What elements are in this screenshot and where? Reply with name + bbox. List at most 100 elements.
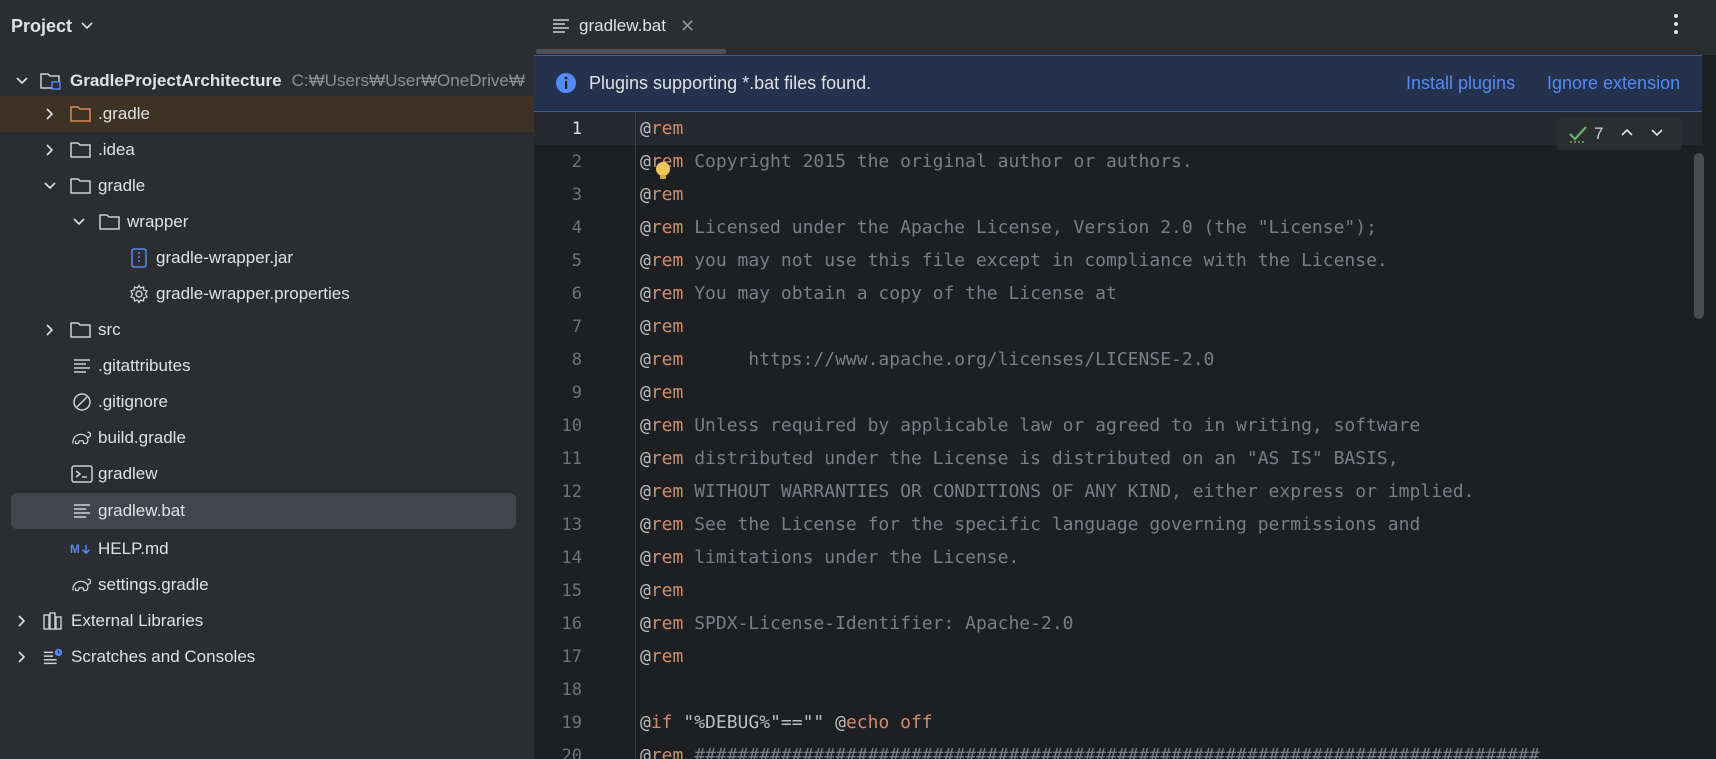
tree-item-idea[interactable]: .idea — [0, 132, 534, 168]
inspection-widget[interactable]: 7 — [1556, 118, 1682, 150]
chevron-right-icon[interactable] — [42, 106, 58, 122]
install-plugins-link[interactable]: Install plugins — [1406, 73, 1515, 94]
checkmark-icon — [1568, 124, 1588, 144]
code-line[interactable]: 6 @rem You may obtain a copy of the Licen… — [534, 277, 1702, 310]
keyword: rem — [650, 283, 684, 304]
tab-gradlew-bat[interactable]: gradlew.bat ✕ — [552, 0, 695, 52]
code-line[interactable]: 10 @rem Unless required by applicable law… — [534, 409, 1702, 442]
project-panel-header[interactable]: Project — [0, 0, 534, 52]
tree-item-label: Scratches and Consoles — [71, 647, 256, 666]
code-line[interactable]: 7 @rem — [534, 310, 1702, 343]
tree-item-gradlew[interactable]: gradlew — [0, 456, 534, 492]
code-line[interactable]: 13 @rem See the License for the specific … — [534, 508, 1702, 541]
at-sign: @ — [640, 580, 651, 601]
tree-item-gradlew-bat[interactable]: gradlew.bat — [11, 493, 516, 529]
tree-item-project-root[interactable]: GradleProjectArchitecture C:₩Users₩User₩O… — [0, 63, 534, 99]
tree-item-gitattributes[interactable]: .gitattributes — [0, 348, 534, 384]
keyword: rem — [650, 349, 684, 370]
keyword: rem — [650, 646, 684, 667]
terminal-icon — [71, 464, 93, 484]
code-line[interactable]: 2 @rem Copyright 2015 the original author… — [534, 145, 1702, 178]
at-sign: @ — [640, 448, 651, 469]
tree-item-gradle-wrapper-jar[interactable]: gradle-wrapper.jar — [0, 240, 534, 276]
at-sign: @ — [640, 250, 651, 271]
code-line[interactable]: 5 @rem you may not use this file except i… — [534, 244, 1702, 277]
code-line[interactable]: 18 — [534, 673, 1702, 706]
chevron-right-icon[interactable] — [14, 649, 30, 665]
comment-text: limitations under the License. — [694, 547, 1020, 568]
chevron-right-icon[interactable] — [14, 613, 30, 629]
code-text: @rem Copyright 2015 the original author … — [640, 151, 1193, 172]
text-file-icon — [71, 356, 93, 376]
project-path: C:₩Users₩User₩OneDrive₩ — [291, 71, 525, 90]
keyword: rem — [650, 580, 684, 601]
code-text: @rem https://www.apache.org/licenses/LIC… — [640, 349, 1214, 370]
tree-item-dot-gradle[interactable]: .gradle — [0, 96, 534, 132]
chevron-right-icon[interactable] — [42, 142, 58, 158]
tree-item-external-libraries[interactable]: External Libraries — [0, 603, 534, 639]
more-options-icon[interactable] — [1672, 13, 1680, 35]
ignore-file-icon — [71, 392, 93, 412]
tree-item-label: src — [98, 320, 121, 339]
chevron-down-icon[interactable] — [80, 19, 94, 33]
at-sign: @ — [640, 382, 651, 403]
keyword: if — [650, 712, 673, 733]
tree-item-label: gradlew — [98, 464, 158, 483]
at-sign: @ — [640, 316, 651, 337]
code-text: @rem WITHOUT WARRANTIES OR CONDITIONS OF… — [640, 481, 1474, 502]
tree-item-gradle[interactable]: gradle — [0, 168, 534, 204]
at-sign: @ — [640, 217, 651, 238]
code-line[interactable]: 9 @rem — [534, 376, 1702, 409]
code-text: @rem — [640, 580, 683, 601]
code-line[interactable]: 12 @rem WITHOUT WARRANTIES OR CONDITIONS … — [534, 475, 1702, 508]
code-line[interactable]: 14 @rem limitations under the License. — [534, 541, 1702, 574]
tree-item-gitignore[interactable]: .gitignore — [0, 384, 534, 420]
comment-text: Unless required by applicable law or agr… — [694, 415, 1421, 436]
code-text: @rem See the License for the specific la… — [640, 514, 1420, 535]
tree-item-scratches[interactable]: Scratches and Consoles — [0, 639, 534, 675]
tree-item-label: HELP.md — [98, 539, 169, 558]
line-number: 9 — [571, 382, 582, 403]
tree-item-label: build.gradle — [98, 428, 186, 447]
chevron-down-icon[interactable] — [14, 73, 30, 89]
close-icon[interactable]: ✕ — [680, 16, 695, 37]
code-text: @if "%DEBUG%"=="" @echo off — [640, 712, 933, 733]
line-number: 19 — [561, 712, 582, 733]
tree-item-gradle-wrapper-properties[interactable]: gradle-wrapper.properties — [0, 276, 534, 312]
code-text: @rem Licensed under the Apache License, … — [640, 217, 1377, 238]
chevron-down-icon[interactable] — [1650, 128, 1664, 138]
code-line[interactable]: 8 @rem https://www.apache.org/licenses/LI… — [534, 343, 1702, 376]
svg-text:M: M — [70, 542, 80, 556]
code-text: @rem — [640, 118, 683, 139]
tree-item-build-gradle[interactable]: build.gradle — [0, 420, 534, 456]
library-icon — [42, 611, 64, 631]
code-editor[interactable]: 1 @rem 2 @rem Copyright 2015 the original a… — [534, 112, 1702, 759]
tree-item-src[interactable]: src — [0, 312, 534, 348]
chevron-up-icon[interactable] — [1620, 127, 1634, 137]
code-line[interactable]: 17 @rem — [534, 640, 1702, 673]
code-line[interactable]: 11 @rem distributed under the License is … — [534, 442, 1702, 475]
keyword: rem — [650, 481, 684, 502]
code-line[interactable]: 3 @rem — [534, 178, 1702, 211]
code-text: @rem SPDX-License-Identifier: Apache-2.0 — [640, 613, 1074, 634]
chevron-down-icon[interactable] — [71, 214, 87, 230]
lightbulb-icon[interactable] — [653, 160, 673, 182]
folder-icon — [99, 212, 121, 232]
ignore-extension-link[interactable]: Ignore extension — [1547, 73, 1680, 94]
code-line[interactable]: 1 @rem — [534, 112, 1702, 145]
keyword: rem — [650, 184, 684, 205]
inspection-count: 7 — [1594, 124, 1604, 143]
tree-item-settings-gradle[interactable]: settings.gradle — [0, 567, 534, 603]
chevron-down-icon[interactable] — [42, 178, 58, 194]
vertical-scrollbar[interactable] — [1694, 153, 1704, 319]
code-line[interactable]: 16 @rem SPDX-License-Identifier: Apache-2… — [534, 607, 1702, 640]
tree-item-label: settings.gradle — [98, 575, 209, 594]
code-line[interactable]: 20 @rem #################################… — [534, 739, 1702, 759]
tree-item-wrapper[interactable]: wrapper — [0, 204, 534, 240]
code-line[interactable]: 4 @rem Licensed under the Apache License,… — [534, 211, 1702, 244]
code-line[interactable]: 15 @rem — [534, 574, 1702, 607]
tree-item-label: .gradle — [98, 104, 150, 123]
chevron-right-icon[interactable] — [42, 322, 58, 338]
tree-item-help-md[interactable]: M HELP.md — [0, 531, 534, 567]
code-line[interactable]: 19 @if "%DEBUG%"=="" @echo off — [534, 706, 1702, 739]
